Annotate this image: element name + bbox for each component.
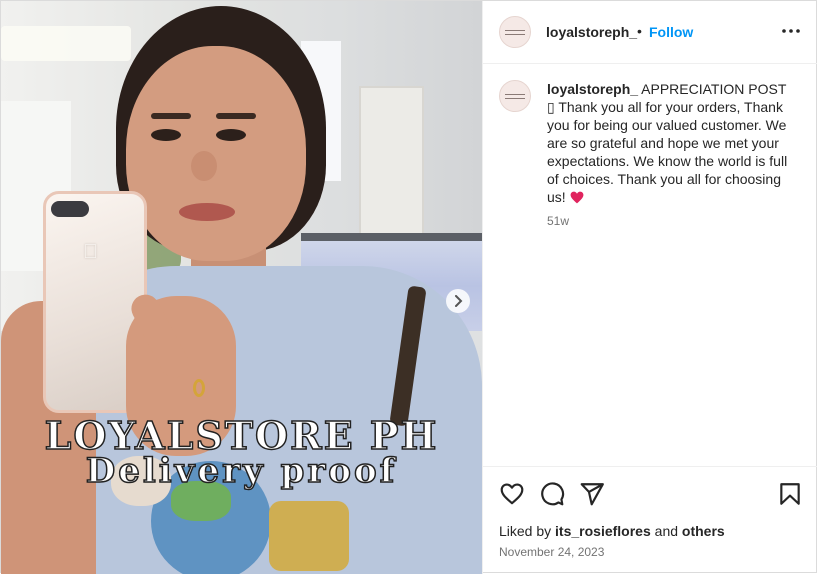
like-button[interactable] <box>499 481 525 507</box>
send-icon <box>580 483 604 506</box>
left-eye <box>151 129 181 141</box>
caption: loyalstoreph_ APPRECIATION POST ▯ Thank … <box>547 80 797 206</box>
share-button[interactable] <box>579 481 605 507</box>
liked-by-others[interactable]: others <box>682 523 725 539</box>
post-header: loyalstoreph_ • Follow <box>483 1 817 64</box>
liked-by-prefix: Liked by <box>499 523 552 539</box>
post-image[interactable]:  LOYALSTORE PH Delivery proof <box>1 1 482 574</box>
follow-button[interactable]: Follow <box>649 24 693 40</box>
more-options-button[interactable] <box>779 21 803 41</box>
caption-area: loyalstoreph_ APPRECIATION POST ▯ Thank … <box>483 64 817 466</box>
overlay-text-caption: Delivery proof <box>85 450 398 492</box>
avatar[interactable] <box>499 16 531 48</box>
logo-mark <box>505 93 525 99</box>
apple-logo-icon:  <box>83 241 103 264</box>
post-side-panel: loyalstoreph_ • Follow loyalstoreph_ APP… <box>482 1 817 574</box>
caption-avatar[interactable] <box>499 80 531 112</box>
next-image-button[interactable] <box>446 289 470 313</box>
caption-text: APPRECIATION POST ▯ Thank you all for yo… <box>547 81 788 205</box>
gold-ring <box>193 379 205 397</box>
liked-by: Liked by its_rosieflores and others <box>499 523 725 539</box>
right-eye <box>216 129 246 141</box>
left-eyebrow <box>151 113 191 119</box>
background-door <box>359 86 424 241</box>
red-heart-emoji-icon <box>570 191 583 204</box>
gold-watch <box>269 501 349 571</box>
header-username[interactable]: loyalstoreph_ <box>546 24 637 40</box>
liked-by-joiner: and <box>654 523 679 539</box>
nose <box>191 151 217 181</box>
right-eyebrow <box>216 113 256 119</box>
chevron-right-icon <box>455 295 463 307</box>
save-button[interactable] <box>777 481 803 507</box>
bookmark-icon <box>780 483 800 505</box>
separator-dot: • <box>637 23 642 39</box>
lips <box>179 203 235 221</box>
logo-mark <box>505 29 525 35</box>
comment-button[interactable] <box>539 481 565 507</box>
heart-icon <box>500 483 524 505</box>
iphone-camera <box>51 201 89 217</box>
more-horizontal-icon <box>782 29 800 33</box>
person-face <box>126 46 306 261</box>
comment-icon <box>541 482 565 506</box>
caption-timestamp: 51w <box>547 214 570 228</box>
action-bar: Liked by its_rosieflores and others Nove… <box>483 466 817 574</box>
liked-by-user[interactable]: its_rosieflores <box>555 523 651 539</box>
ceiling-light <box>1 26 131 61</box>
post-date: November 24, 2023 <box>499 545 605 559</box>
caption-username[interactable]: loyalstoreph_ <box>547 81 638 97</box>
instagram-post:  LOYALSTORE PH Delivery proof loyalstor… <box>0 0 817 574</box>
